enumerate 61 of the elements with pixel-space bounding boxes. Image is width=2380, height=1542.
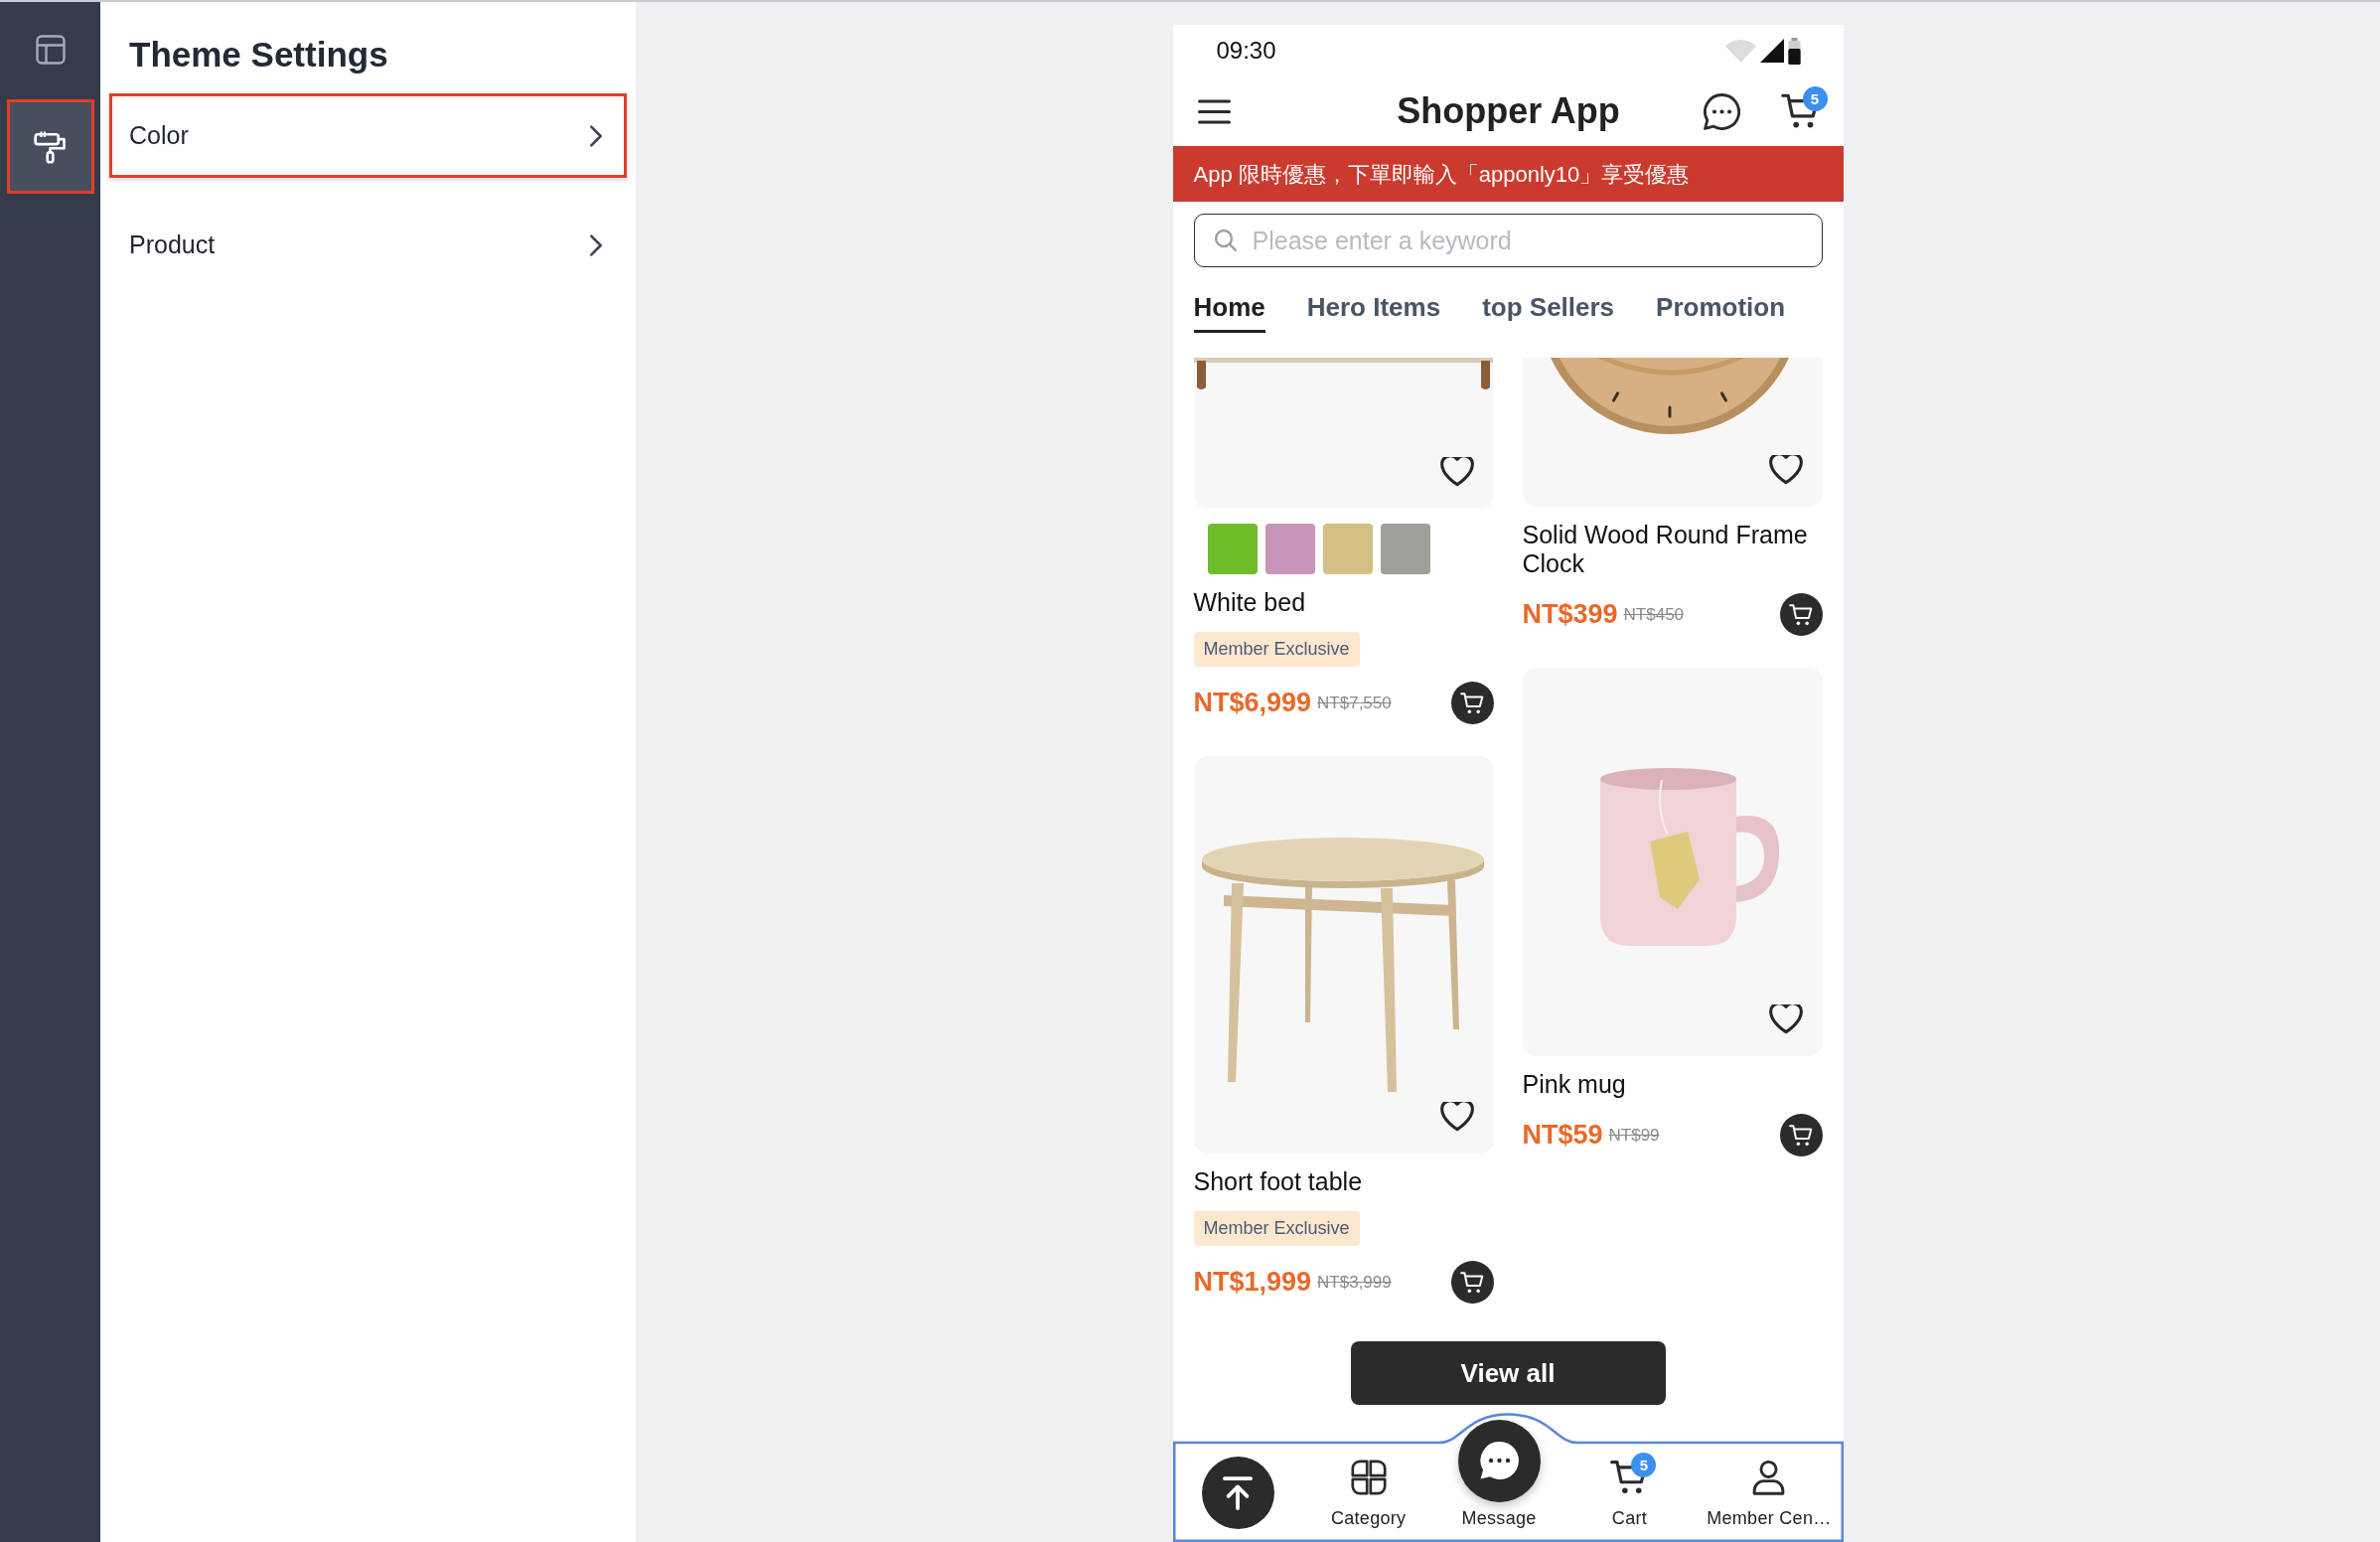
color-swatch-icon[interactable] [1264, 524, 1315, 574]
add-to-cart-button[interactable] [1450, 1261, 1494, 1304]
menu-icon[interactable] [1197, 98, 1231, 124]
sale-price: NT$399 [1522, 598, 1618, 632]
search-icon [1214, 230, 1237, 251]
heart-icon[interactable] [1439, 457, 1474, 487]
battery-icon [1787, 37, 1801, 65]
layout-icon [35, 34, 66, 65]
category-tab[interactable]: Hero Items [1306, 289, 1441, 333]
signal-icon [1759, 39, 1784, 63]
member-tag: Member Exclusive [1193, 632, 1360, 667]
color-swatch-icon[interactable] [1322, 524, 1373, 574]
color-swatch-icon[interactable] [1380, 524, 1430, 574]
sale-price: NT$59 [1522, 1119, 1603, 1153]
cart-icon [1460, 1271, 1484, 1294]
arrow-up-icon [1223, 1475, 1254, 1510]
product-name: Solid Wood Round Frame Clock [1522, 521, 1809, 578]
status-time: 09:30 [1216, 36, 1276, 66]
sale-price: NT$1,999 [1193, 1266, 1312, 1300]
product-name: Pink mug [1522, 1070, 1627, 1099]
original-price: NT$450 [1623, 603, 1685, 626]
person-icon [1752, 1460, 1786, 1495]
category-tab[interactable]: Promotion [1656, 289, 1786, 333]
sale-price: NT$6,999 [1193, 687, 1312, 720]
category-tab[interactable]: top Sellers [1482, 289, 1615, 333]
color-swatch-icon[interactable] [1207, 524, 1258, 574]
original-price: NT$99 [1608, 1124, 1660, 1147]
heart-icon[interactable] [1768, 455, 1803, 485]
heart-icon[interactable] [1768, 1004, 1803, 1034]
nav-bar-item[interactable]: Message [1445, 1420, 1553, 1542]
chevron-right-icon [590, 124, 602, 147]
cart-icon [1460, 692, 1484, 714]
panel-title: Theme Settings [128, 34, 388, 76]
app-title: Shopper App [1397, 89, 1620, 133]
original-price: NT$3,999 [1317, 1271, 1392, 1294]
add-to-cart-button[interactable] [1779, 593, 1823, 636]
search-field[interactable]: Please enter a keyword [1193, 214, 1823, 267]
chat-bubble-icon[interactable] [1703, 92, 1740, 130]
category-tab[interactable]: Home [1193, 289, 1265, 333]
original-price: NT$7,550 [1317, 692, 1392, 714]
wifi-icon [1724, 39, 1756, 63]
product-name: Short foot table [1193, 1167, 1364, 1196]
view-all-button[interactable]: View all [1350, 1341, 1666, 1405]
heart-icon[interactable] [1439, 1102, 1474, 1132]
add-to-cart-button[interactable] [1779, 1114, 1823, 1156]
member-tag: Member Exclusive [1193, 1211, 1360, 1246]
settings-menu-item[interactable]: Color [109, 93, 627, 178]
nav-bar-item[interactable]: Category [1318, 1452, 1418, 1542]
nav-bar-item[interactable]: 5 Cart [1598, 1452, 1661, 1542]
paint-roller-icon [34, 129, 67, 164]
cart-icon [1789, 1124, 1813, 1147]
chat-bubble-icon [1457, 1420, 1541, 1502]
add-to-cart-button[interactable] [1450, 682, 1494, 724]
cart-count-badge: 5 [1802, 86, 1828, 111]
nav-bar-item[interactable]: Member Cen… [1695, 1452, 1844, 1542]
sidebar-tab[interactable] [6, 99, 94, 194]
grid-icon [1350, 1460, 1387, 1495]
cart-icon [1789, 603, 1813, 626]
product-name: White bed [1193, 588, 1307, 617]
chevron-right-icon [590, 233, 602, 256]
promo-banner: App 限時優惠，下單即輸入「apponly10」享受優惠 [1172, 146, 1844, 202]
